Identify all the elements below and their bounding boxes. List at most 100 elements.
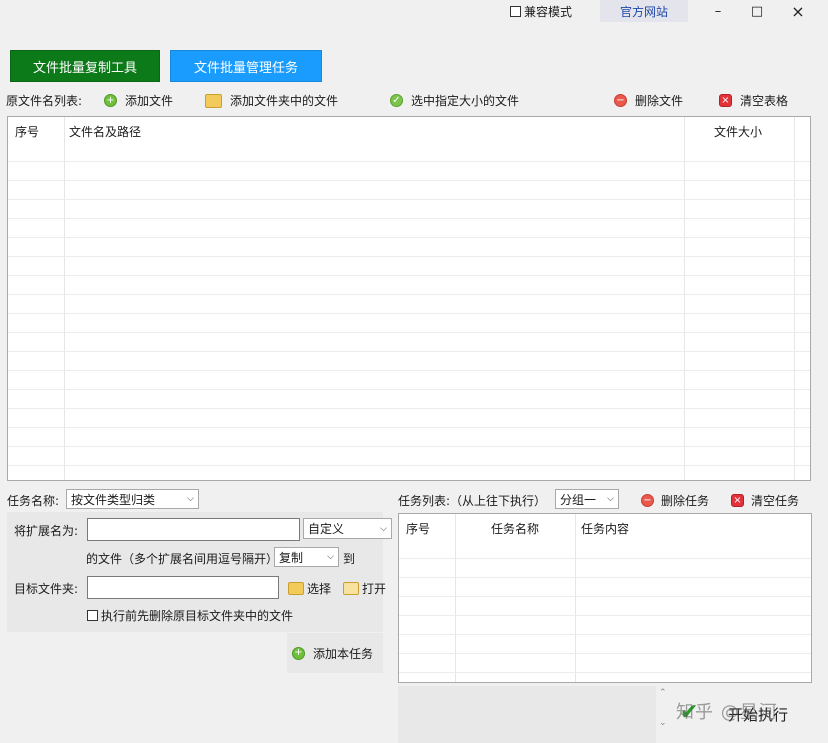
- group-select[interactable]: 分组一 ⌵: [555, 489, 619, 509]
- target-folder-input[interactable]: [87, 576, 279, 599]
- table-row-line: [8, 313, 810, 314]
- file-list-label: 原文件名列表:: [6, 94, 83, 108]
- add-file-label: 添加文件: [125, 94, 174, 108]
- task-name-label: 任务名称:: [7, 494, 60, 508]
- open-folder-button[interactable]: 打开: [343, 580, 386, 597]
- table-row-line: [8, 465, 810, 466]
- add-icon: +: [104, 94, 117, 107]
- column-divider: [455, 514, 456, 682]
- add-task-label: 添加本任务: [313, 646, 374, 661]
- table-row-line: [8, 256, 810, 257]
- task-name-select[interactable]: 按文件类型归类 ⌵: [66, 489, 199, 509]
- delete-task-button[interactable]: − 删除任务: [641, 492, 709, 509]
- compat-mode-label: 兼容模式: [524, 5, 573, 19]
- pre-delete-checkbox[interactable]: 执行前先删除原目标文件夹中的文件: [87, 607, 293, 624]
- column-header-index[interactable]: 序号: [15, 123, 39, 140]
- chevron-down-icon: ⌵: [380, 523, 387, 534]
- table-row-line: [8, 427, 810, 428]
- table-row-line: [8, 199, 810, 200]
- choose-folder-button[interactable]: 选择: [288, 580, 331, 597]
- delete-file-label: 删除文件: [635, 94, 684, 108]
- select-by-size-label: 选中指定大小的文件: [411, 94, 520, 108]
- action-value: 复制: [279, 550, 304, 565]
- column-header-size[interactable]: 文件大小: [714, 123, 762, 140]
- folder-icon: [205, 93, 222, 108]
- compat-mode-checkbox[interactable]: 兼容模式: [510, 3, 572, 20]
- column-divider: [64, 117, 65, 480]
- table-row-line: [399, 558, 811, 559]
- checkbox-icon[interactable]: [510, 6, 521, 17]
- table-row-line: [399, 672, 811, 673]
- extension-label: 将扩展名为:: [14, 524, 79, 538]
- table-row-line: [8, 370, 810, 371]
- check-icon: ✓: [390, 94, 403, 107]
- select-by-size-button[interactable]: ✓ 选中指定大小的文件: [390, 92, 519, 109]
- to-label: 到: [343, 552, 356, 566]
- table-row-line: [399, 653, 811, 654]
- clear-icon: ×: [731, 494, 744, 507]
- clear-task-button[interactable]: × 清空任务: [731, 492, 799, 509]
- minimize-button[interactable]: –: [698, 0, 738, 22]
- task-list-label: 任务列表:（从上往下执行）: [398, 494, 547, 508]
- file-list-table[interactable]: 序号 文件名及路径 文件大小: [7, 116, 811, 481]
- clear-icon: ×: [719, 94, 732, 107]
- add-folder-files-label: 添加文件夹中的文件: [230, 94, 339, 108]
- tab-file-batch-manage-tasks[interactable]: 文件批量管理任务: [170, 50, 322, 82]
- add-folder-files-button[interactable]: 添加文件夹中的文件: [205, 92, 338, 109]
- minus-icon: −: [641, 494, 654, 507]
- column-header-index[interactable]: 序号: [406, 520, 430, 537]
- official-website-link[interactable]: 官方网站: [600, 0, 688, 22]
- pre-delete-label: 执行前先删除原目标文件夹中的文件: [101, 609, 294, 623]
- table-row-line: [399, 634, 811, 635]
- add-file-button[interactable]: + 添加文件: [104, 92, 173, 109]
- table-row-line: [8, 351, 810, 352]
- table-row-line: [8, 237, 810, 238]
- extension-mode-value: 自定义: [308, 522, 345, 536]
- choose-label: 选择: [307, 582, 332, 596]
- column-header-task-content[interactable]: 任务内容: [581, 520, 629, 537]
- add-icon: +: [292, 646, 305, 660]
- column-header-path[interactable]: 文件名及路径: [69, 123, 141, 140]
- column-divider: [575, 514, 576, 682]
- folder-open-icon: [343, 582, 359, 595]
- delete-task-label: 删除任务: [661, 494, 710, 508]
- minus-icon: −: [614, 94, 627, 107]
- extension-mode-select[interactable]: 自定义 ⌵: [303, 518, 392, 539]
- open-label: 打开: [362, 582, 387, 596]
- table-row-line: [399, 615, 811, 616]
- chevron-down-icon: ⌵: [187, 494, 194, 504]
- table-row-line: [399, 577, 811, 578]
- clear-table-button[interactable]: × 清空表格: [719, 92, 788, 109]
- table-row-line: [8, 161, 810, 162]
- maximize-button[interactable]: □: [737, 0, 777, 22]
- table-row-line: [8, 218, 810, 219]
- file-list-toolbar: 原文件名列表: + 添加文件 添加文件夹中的文件 ✓ 选中指定大小的文件 − 删…: [6, 92, 828, 112]
- close-button[interactable]: ×: [778, 0, 818, 22]
- chevron-down-icon: ⌵: [327, 552, 334, 562]
- bottom-status-area: [398, 686, 656, 743]
- checkbox-icon[interactable]: [87, 610, 98, 621]
- column-divider: [794, 117, 795, 480]
- group-value: 分组一: [560, 492, 597, 507]
- table-row-line: [8, 294, 810, 295]
- task-list-table[interactable]: 序号 任务名称 任务内容: [398, 513, 812, 683]
- column-header-task-name[interactable]: 任务名称: [491, 520, 539, 537]
- task-name-value: 按文件类型归类: [71, 492, 156, 507]
- clear-table-label: 清空表格: [740, 94, 789, 108]
- column-divider: [684, 117, 685, 480]
- table-row-line: [8, 275, 810, 276]
- target-folder-label: 目标文件夹:: [14, 582, 79, 596]
- extension-input[interactable]: [87, 518, 300, 541]
- table-row-line: [8, 408, 810, 409]
- table-row-line: [8, 446, 810, 447]
- tab-file-batch-copy-tool[interactable]: 文件批量复制工具: [10, 50, 160, 82]
- action-select[interactable]: 复制 ⌵: [274, 547, 339, 567]
- table-row-line: [399, 596, 811, 597]
- scroll-arrows[interactable]: ⌃ ⌄: [659, 688, 667, 728]
- files-hint-label: 的文件（多个扩展名间用逗号隔开）: [86, 552, 279, 566]
- delete-file-button[interactable]: − 删除文件: [614, 92, 683, 109]
- table-row-line: [8, 180, 810, 181]
- table-row-line: [8, 332, 810, 333]
- clear-task-label: 清空任务: [751, 494, 800, 508]
- add-task-button[interactable]: + 添加本任务: [287, 633, 383, 673]
